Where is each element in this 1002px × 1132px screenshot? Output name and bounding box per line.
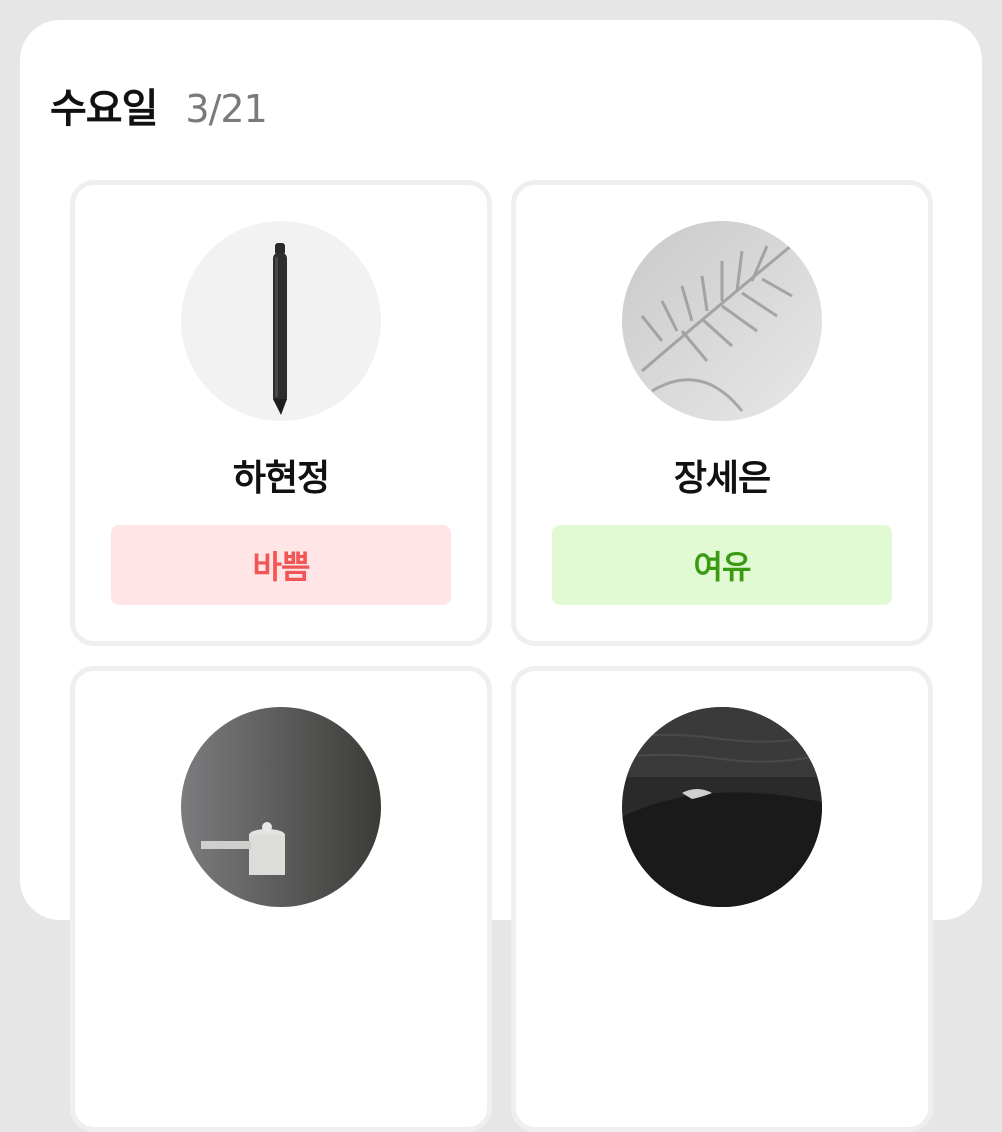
day-header: 수요일 3/21: [50, 76, 268, 134]
avatar: [622, 221, 822, 421]
person-card[interactable]: 장세은 여유: [511, 180, 933, 646]
day-label: 수요일: [50, 86, 158, 132]
avatar: [181, 707, 381, 907]
date-label: 3/21: [185, 87, 267, 131]
status-badge-free: 여유: [552, 525, 892, 605]
person-card[interactable]: 하현정 바쁨: [70, 180, 492, 646]
person-name: 장세은: [673, 458, 771, 499]
avatar: [622, 707, 822, 907]
ocean-wave-photo-image: [622, 707, 822, 907]
person-card[interactable]: [511, 666, 933, 1132]
status-badge-busy: 바쁨: [111, 525, 451, 605]
pen-photo-image: [181, 221, 381, 421]
palm-shadow-photo-image: [622, 221, 822, 421]
person-name: 하현정: [232, 458, 330, 499]
teapot-photo-image: [181, 707, 381, 907]
avatar: [181, 221, 381, 421]
person-card[interactable]: [70, 666, 492, 1132]
